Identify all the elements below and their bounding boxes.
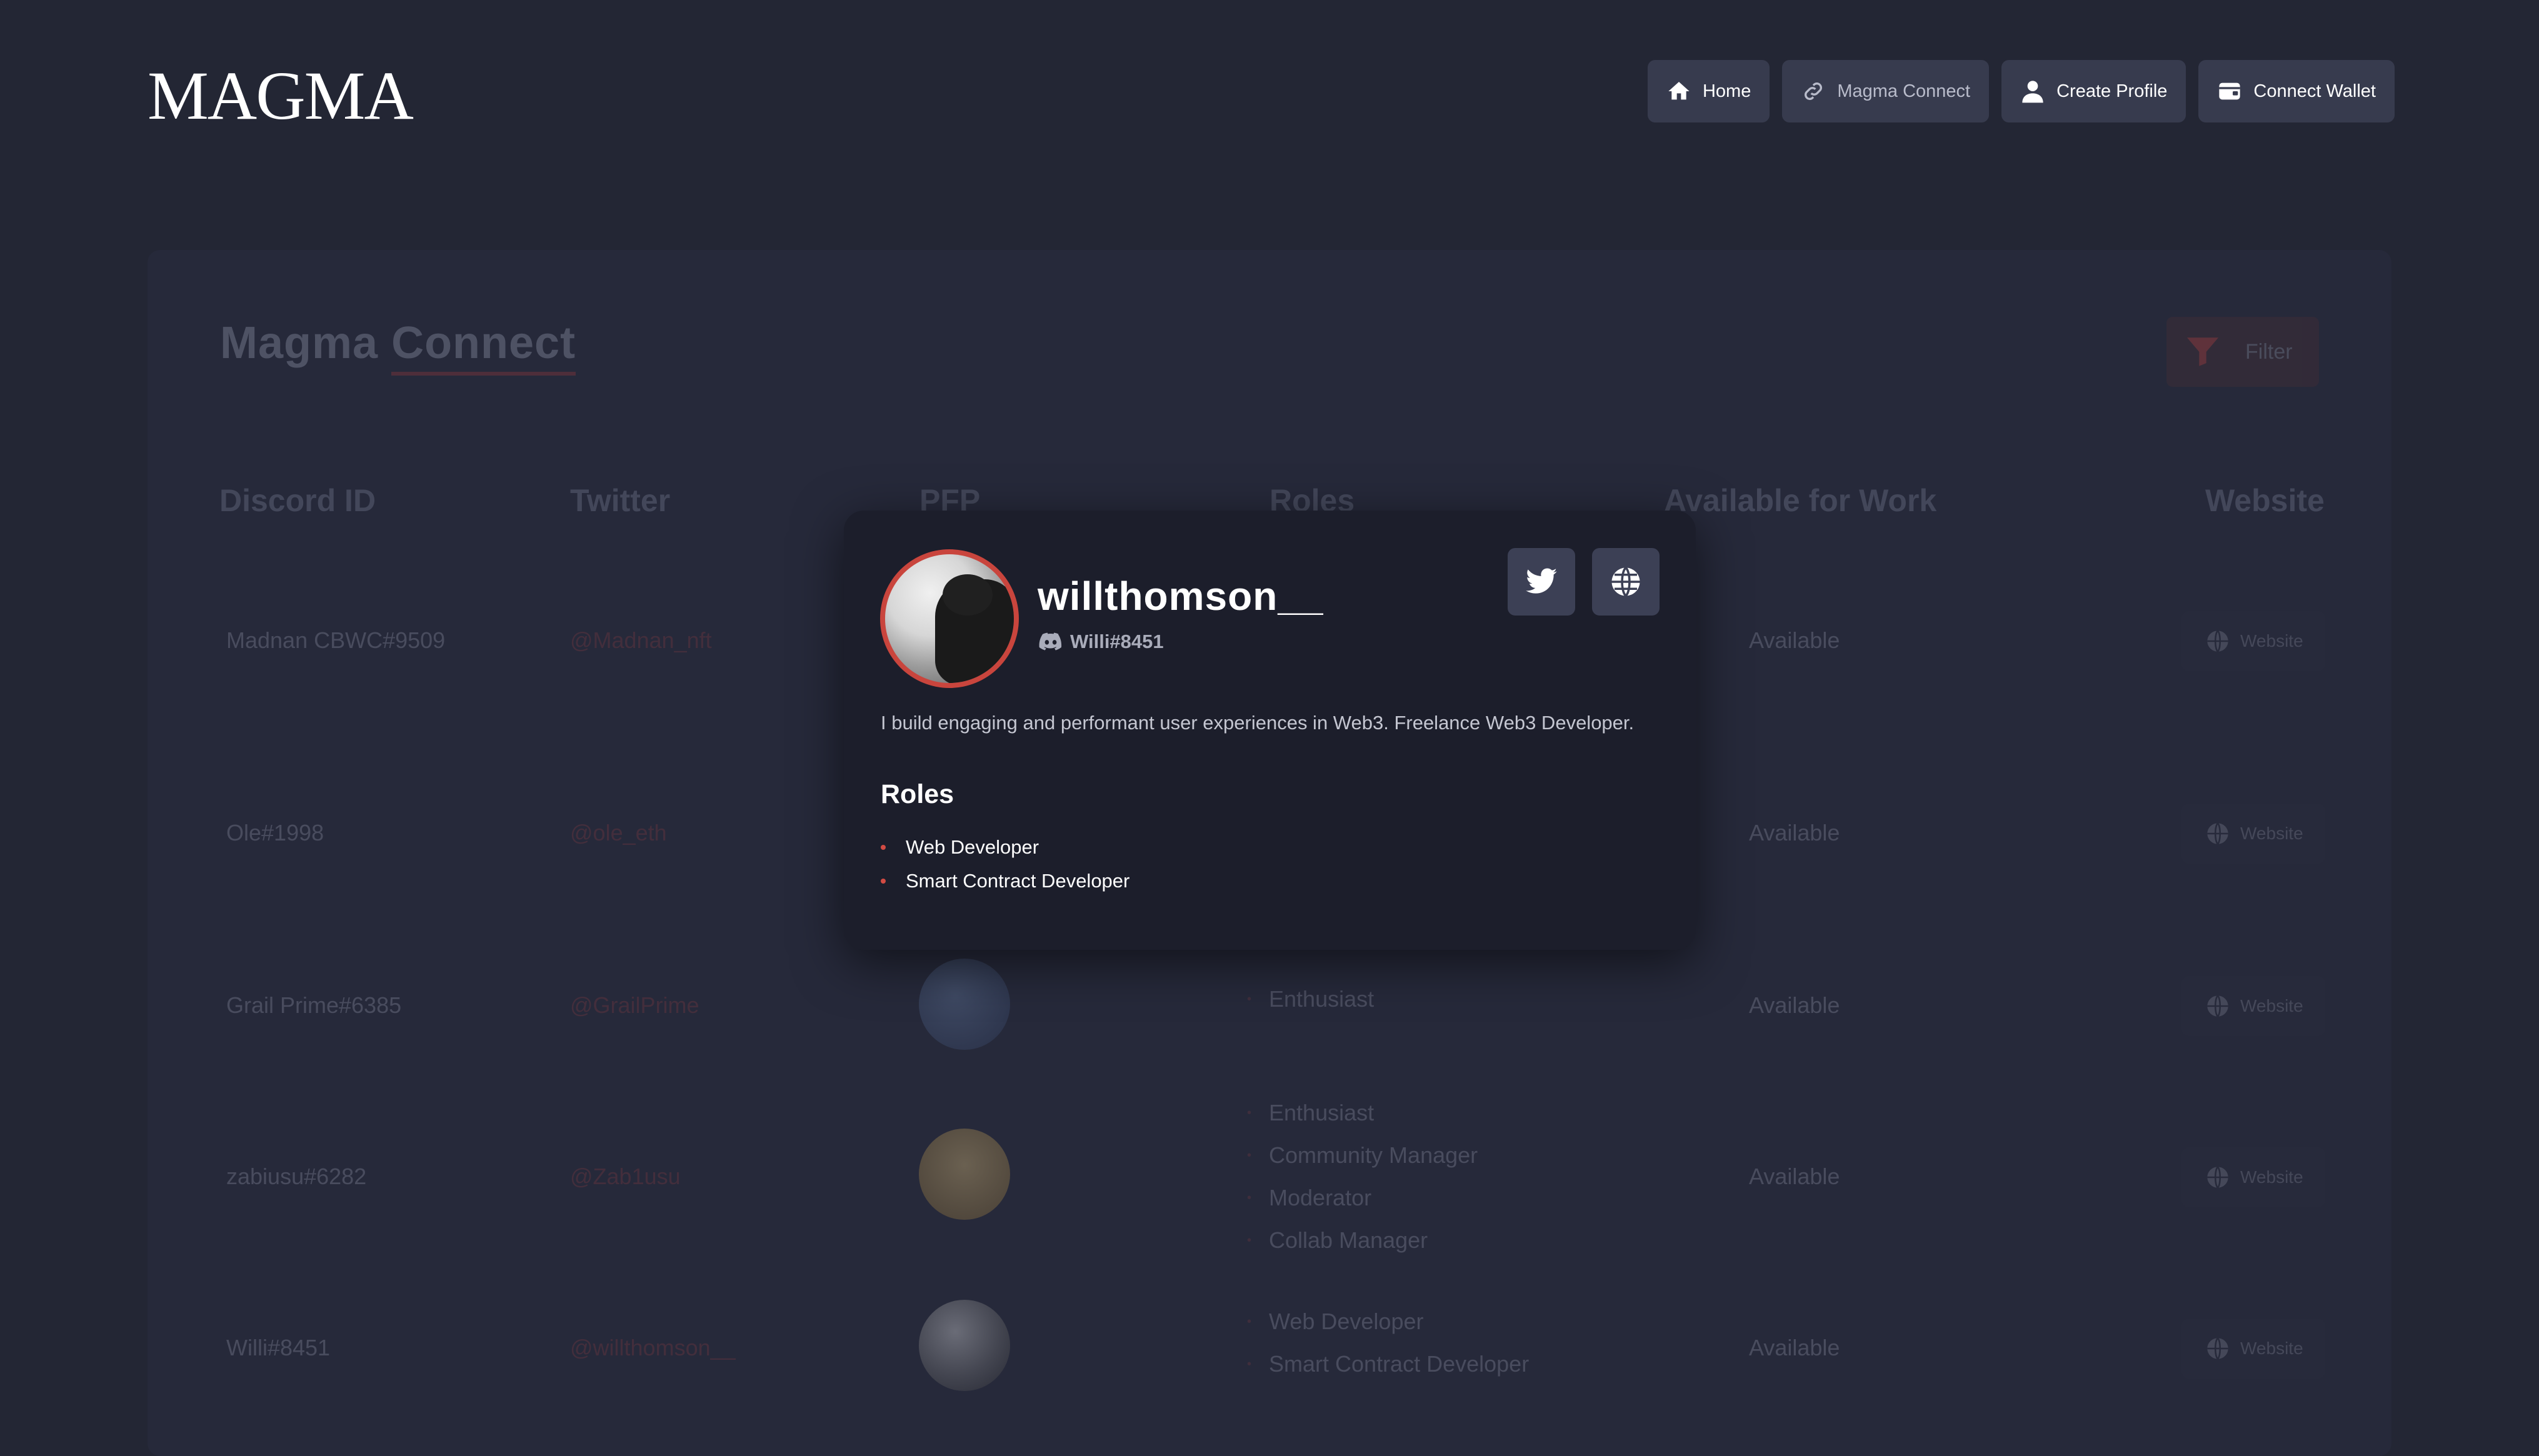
row-3-website-button[interactable]: Website [2181, 1147, 2325, 1207]
row-0-discord: Madnan CBWC#9509 [226, 627, 446, 653]
globe-icon [2207, 822, 2228, 845]
row-2-twitter[interactable]: @GrailPrime [570, 992, 699, 1019]
profile-avatar [880, 549, 1019, 688]
role-item: Web Developer [1247, 1302, 1529, 1345]
globe-icon [2207, 1166, 2228, 1189]
globe-icon [2207, 1337, 2228, 1360]
role-item: Smart Contract Developer [881, 864, 1129, 898]
profile-modal: willthomson__ Willi#8451 I build engagin… [844, 511, 1696, 950]
profile-bio: I build engaging and performant user exp… [881, 712, 1635, 734]
row-0-available: Available [1749, 627, 1840, 653]
globe-icon [1611, 567, 1640, 597]
role-item: Enthusiast [1247, 1094, 1478, 1136]
role-item: Enthusiast [1247, 980, 1374, 1022]
profile-username: willthomson__ [1038, 574, 1324, 619]
row-2-available: Available [1749, 992, 1840, 1018]
page-title-part2: Connect [391, 318, 576, 376]
website-button[interactable] [1592, 548, 1660, 616]
row-2-discord: Grail Prime#6385 [226, 992, 402, 1018]
row-3-roles: Enthusiast Community Manager Moderator C… [1247, 1094, 1478, 1264]
row-4-roles: Web Developer Smart Contract Developer [1247, 1302, 1529, 1387]
row-1-website-button[interactable]: Website [2181, 804, 2325, 864]
row-2-website-button[interactable]: Website [2181, 976, 2325, 1036]
row-3-discord: zabiusu#6282 [226, 1164, 367, 1189]
profile-roles-list: Web Developer Smart Contract Developer [881, 830, 1129, 898]
filter-label: Filter [2245, 339, 2293, 364]
row-4-available: Available [1749, 1335, 1840, 1360]
role-item: Moderator [1247, 1179, 1478, 1221]
row-0-website-label: Website [2240, 631, 2303, 651]
row-4-discord: Willi#8451 [226, 1335, 331, 1360]
col-twitter: Twitter [570, 483, 671, 518]
row-2-pfp[interactable] [919, 959, 1010, 1050]
row-4-website-label: Website [2240, 1339, 2303, 1358]
row-3-pfp[interactable] [919, 1129, 1010, 1220]
row-2-roles: Enthusiast [1247, 980, 1374, 1022]
twitter-icon [1526, 568, 1557, 594]
avatar-image [885, 554, 1014, 683]
discord-handle: Willi#8451 [1070, 631, 1164, 652]
row-1-website-label: Website [2240, 824, 2303, 843]
role-item: Collab Manager [1247, 1221, 1478, 1264]
role-item: Community Manager [1247, 1136, 1478, 1179]
row-4-pfp[interactable] [919, 1300, 1010, 1391]
twitter-button[interactable] [1508, 548, 1575, 616]
row-3-twitter[interactable]: @Zab1usu [570, 1164, 681, 1190]
row-4-twitter[interactable]: @willthomson__ [570, 1335, 736, 1361]
role-item: Web Developer [881, 830, 1129, 864]
role-item: Smart Contract Developer [1247, 1345, 1529, 1387]
col-discord-id: Discord ID [219, 483, 376, 518]
avatar-head [943, 574, 993, 616]
row-1-discord: Ole#1998 [226, 820, 324, 845]
col-available: Available for Work [1664, 483, 1937, 518]
roles-heading: Roles [881, 779, 954, 809]
col-website: Website [2205, 483, 2325, 518]
row-0-twitter[interactable]: @Madnan_nft [570, 627, 712, 654]
filter-button[interactable]: Filter [2166, 317, 2319, 387]
row-3-website-label: Website [2240, 1167, 2303, 1187]
row-4-website-button[interactable]: Website [2181, 1319, 2325, 1379]
row-3-available: Available [1749, 1164, 1840, 1189]
row-2-website-label: Website [2240, 996, 2303, 1015]
row-0-website-button[interactable]: Website [2181, 611, 2325, 671]
page-title-part1: Magma [220, 318, 392, 368]
discord-icon [1039, 632, 1062, 651]
filter-icon [2187, 337, 2218, 366]
page-title: Magma Connect [220, 317, 576, 376]
profile-discord: Willi#8451 [1039, 631, 1164, 653]
row-1-twitter[interactable]: @ole_eth [570, 820, 667, 846]
globe-icon [2207, 630, 2228, 652]
row-1-available: Available [1749, 820, 1840, 845]
globe-icon [2207, 995, 2228, 1017]
